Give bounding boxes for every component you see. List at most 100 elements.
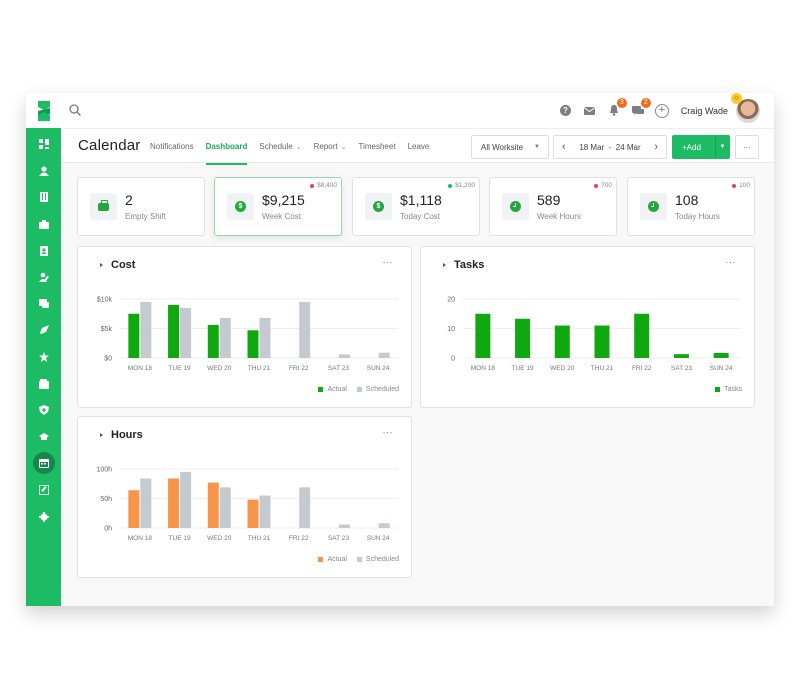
bar-tasks-mon-18[interactable] [475,313,491,358]
bar-scheduled-sat-23[interactable] [338,524,350,528]
notification-badge: 3 [616,97,627,108]
sidebar-item-wallet[interactable] [26,370,61,397]
stat-target-value: 700 [601,182,612,189]
bar-tasks-tue-19[interactable] [515,318,531,358]
tab-leave[interactable]: Leave [408,129,430,164]
bell-icon[interactable]: 3 [607,97,627,118]
tab-report[interactable]: Report ⌄ [314,129,347,164]
y-tick-label: 100h [96,467,112,474]
tab-dashboard[interactable]: Dashboard [205,129,247,165]
edit-icon [38,485,49,496]
y-tick-label: $0 [104,356,112,363]
stat-card-today-cost[interactable]: $ $1,118 Today Cost $1,200 [352,177,480,236]
bar-scheduled-sat-23[interactable] [338,354,350,358]
avatar[interactable]: ☺ [731,93,760,123]
legend-item-scheduled[interactable]: Scheduled [356,556,399,563]
target-indicator-icon [594,183,599,188]
bar-actual-thu-21[interactable] [247,499,259,528]
legend-item-actual[interactable]: Actual [318,386,347,393]
bar-scheduled-tue-19[interactable] [180,471,192,528]
sidebar-item-chat[interactable] [26,291,61,318]
bar-actual-wed-20[interactable] [207,324,219,358]
legend-item-scheduled[interactable]: Scheduled [356,386,399,393]
y-tick-label: 0 [451,356,455,363]
add-circle-icon[interactable]: + [654,103,669,118]
sidebar-item-rocket[interactable] [26,317,61,344]
stat-card-week-hours[interactable]: 589 Week Hours 700 [489,177,617,236]
logo[interactable] [26,93,61,128]
x-tick-label: MON 18 [128,365,153,372]
sidebar-item-shield[interactable] [26,397,61,424]
bar-scheduled-sun-24[interactable] [378,523,390,528]
sidebar-item-user[interactable] [26,158,61,185]
sidebar-item-graduation-cap[interactable] [26,424,61,451]
sidebar-item-contact-card[interactable] [26,237,61,264]
tab-schedule[interactable]: Schedule ⌄ [259,129,301,164]
bar-scheduled-wed-20[interactable] [219,487,231,528]
help-icon[interactable]: ? [559,104,573,118]
worksite-select[interactable]: All Worksite ▼ [471,135,549,159]
user-name[interactable]: Craig Wade [681,106,728,116]
stat-label: Today Cost [400,212,441,221]
legend-item-tasks[interactable]: Tasks [715,386,742,393]
search-icon[interactable] [68,103,82,117]
mail-icon[interactable] [583,104,597,118]
stat-card-week-cost[interactable]: $ $9,215 Week Cost $8,400 [214,177,342,236]
bar-tasks-sat-23[interactable] [673,354,689,358]
bar-tasks-fri-22[interactable] [634,313,650,358]
chat-icon[interactable]: 2 [631,97,651,118]
add-dropdown-toggle[interactable]: ▼ [715,136,729,158]
bar-scheduled-fri-22[interactable] [299,301,311,358]
stat-label: Today Hours [675,212,720,221]
x-tick-label: MON 18 [471,365,496,372]
legend-item-actual[interactable]: Actual [318,556,347,563]
bar-scheduled-wed-20[interactable] [219,317,231,358]
bar-scheduled-thu-21[interactable] [259,317,271,358]
graduation-cap-icon [38,432,49,440]
bar-actual-tue-19[interactable] [168,304,180,358]
bar-scheduled-mon-18[interactable] [140,478,152,528]
x-tick-label: THU 21 [248,535,271,542]
bar-actual-tue-19[interactable] [168,478,180,528]
sidebar-item-edit[interactable] [26,477,61,504]
bar-scheduled-mon-18[interactable] [140,301,152,358]
caret-down-icon: ▼ [534,144,540,150]
chevron-right-icon[interactable]: › [654,141,658,153]
more-options-button[interactable]: ··· [735,135,759,159]
bar-tasks-sun-24[interactable] [713,352,729,358]
add-button-label: +Add [682,142,701,152]
svg-text:?: ? [563,106,568,115]
tab-label: Leave [407,142,430,151]
bar-scheduled-thu-21[interactable] [259,495,271,528]
bar-actual-thu-21[interactable] [247,330,259,358]
stat-card-today-hours[interactable]: 108 Today Hours 100 [627,177,755,236]
legend-label: Actual [327,386,347,393]
briefcase-icon [98,199,109,211]
bar-scheduled-sun-24[interactable] [378,352,390,358]
sidebar-item-calendar[interactable] [26,450,61,477]
sidebar-item-user-edit[interactable] [26,264,61,291]
sidebar-item-gear[interactable] [26,503,61,530]
tab-timesheet[interactable]: Timesheet [359,129,396,164]
bar-actual-mon-18[interactable] [128,313,140,358]
bar-actual-wed-20[interactable] [207,482,219,528]
x-tick-label: WED 20 [207,365,232,372]
stat-label: Week Hours [537,212,581,221]
stat-card-empty-shift[interactable]: 2 Empty Shift [77,177,205,236]
x-tick-label: THU 21 [591,365,614,372]
bar-tasks-thu-21[interactable] [594,325,610,358]
chevron-left-icon[interactable]: ‹ [562,141,566,153]
sidebar-item-book[interactable] [26,184,61,211]
bar-tasks-wed-20[interactable] [554,325,570,358]
bar-scheduled-fri-22[interactable] [299,487,311,528]
sidebar-item-dashboard[interactable] [26,131,61,158]
bar-scheduled-tue-19[interactable] [180,307,192,358]
tab-label: Report [313,142,338,151]
sidebar-item-star[interactable] [26,344,61,371]
sidebar-item-briefcase[interactable] [26,211,61,238]
stat-value: $1,118 [400,192,442,208]
add-button[interactable]: +Add ▼ [672,135,730,159]
tab-notifications[interactable]: Notifications [150,129,194,164]
date-range-label[interactable]: 18 Mar - 24 Mar [579,143,640,152]
bar-actual-mon-18[interactable] [128,490,140,528]
